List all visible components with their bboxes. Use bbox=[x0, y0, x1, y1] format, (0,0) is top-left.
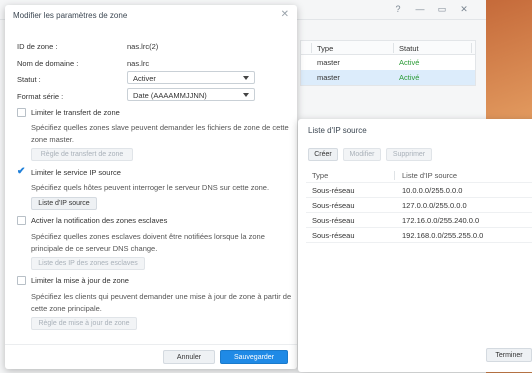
update-rule-button[interactable]: Règle de mise à jour de zone bbox=[31, 317, 137, 330]
zone-status: Activé bbox=[399, 58, 420, 67]
save-button[interactable]: Sauvegarder bbox=[220, 350, 288, 364]
limit-update-checkbox[interactable] bbox=[17, 276, 26, 285]
ip-table-header: Type Liste d'IP source bbox=[306, 168, 532, 183]
finish-button[interactable]: Terminer bbox=[486, 348, 532, 362]
ip-range: 192.168.0.0/255.255.0.0 bbox=[402, 231, 484, 240]
limit-transfer-label[interactable]: Limiter le transfert de zone bbox=[31, 108, 120, 117]
ip-type: Sous-réseau bbox=[312, 231, 355, 240]
dialog-title: Modifier les paramètres de zone bbox=[13, 11, 128, 20]
zone-id-value: nas.lrc(2) bbox=[127, 42, 159, 51]
slave-notify-checkbox[interactable] bbox=[17, 216, 26, 225]
zones-table-header: Type Statut bbox=[301, 41, 475, 55]
slave-ip-list-button[interactable]: Liste des IP des zones esclaves bbox=[31, 257, 145, 270]
zone-type: master bbox=[317, 73, 340, 82]
zones-table: Type Statut master Activé master Activé bbox=[300, 40, 476, 86]
ip-range: 127.0.0.0/255.0.0.0 bbox=[402, 201, 467, 210]
table-row[interactable]: master Activé bbox=[301, 55, 475, 70]
table-row[interactable]: Sous-réseau 172.16.0.0/255.240.0.0 bbox=[306, 213, 532, 228]
status-select[interactable]: Activer bbox=[127, 71, 255, 84]
ip-range: 172.16.0.0/255.240.0.0 bbox=[402, 216, 480, 225]
column-separator bbox=[311, 43, 312, 53]
limit-ip-description: Spécifiez quels hôtes peuvent interroger… bbox=[31, 183, 270, 192]
ip-source-dialog: Liste d'IP source Créer Modifier Supprim… bbox=[298, 119, 532, 372]
limit-update-label[interactable]: Limiter la mise à jour de zone bbox=[31, 276, 129, 285]
ip-source-list-button[interactable]: Liste d'IP source bbox=[31, 197, 97, 210]
create-button[interactable]: Créer bbox=[308, 148, 338, 161]
zone-type: master bbox=[317, 58, 340, 67]
table-row[interactable]: Sous-réseau 10.0.0.0/255.0.0.0 bbox=[306, 183, 532, 198]
help-icon[interactable]: ? bbox=[392, 3, 404, 15]
limit-update-description: Spécifiez les clients qui peuvent demand… bbox=[31, 292, 292, 313]
column-header-type[interactable]: Type bbox=[312, 171, 328, 180]
check-icon[interactable]: ✔ bbox=[17, 167, 25, 177]
zone-status: Activé bbox=[399, 73, 420, 82]
minimize-icon[interactable]: — bbox=[414, 3, 426, 15]
table-row[interactable]: master Activé bbox=[301, 70, 475, 85]
slave-notify-description: Spécifiez quelles zones esclaves doivent… bbox=[31, 232, 265, 253]
slave-notify-label[interactable]: Activer la notification des zones esclav… bbox=[31, 216, 167, 225]
domain-name-label: Nom de domaine : bbox=[17, 59, 79, 68]
limit-transfer-description: Spécifiez quelles zones slave peuvent de… bbox=[31, 123, 289, 144]
limit-transfer-checkbox[interactable] bbox=[17, 108, 26, 117]
ip-dialog-title: Liste d'IP source bbox=[308, 126, 367, 135]
edit-zone-dialog: Modifier les paramètres de zone ✕ ID de … bbox=[5, 5, 297, 369]
serial-format-label: Format série : bbox=[17, 92, 64, 101]
close-icon[interactable]: ✕ bbox=[281, 9, 289, 20]
status-select-value: Activer bbox=[133, 74, 156, 83]
table-row[interactable]: Sous-réseau 192.168.0.0/255.255.0.0 bbox=[306, 228, 532, 243]
footer-divider bbox=[5, 344, 297, 345]
column-separator bbox=[393, 43, 394, 53]
ip-type: Sous-réseau bbox=[312, 216, 355, 225]
column-header-status[interactable]: Statut bbox=[399, 44, 419, 53]
domain-name-value: nas.lrc bbox=[127, 59, 150, 68]
modify-button[interactable]: Modifier bbox=[343, 148, 381, 161]
ip-type: Sous-réseau bbox=[312, 201, 355, 210]
column-header-type[interactable]: Type bbox=[317, 44, 333, 53]
close-icon[interactable]: ✕ bbox=[458, 3, 470, 15]
ip-range: 10.0.0.0/255.0.0.0 bbox=[402, 186, 463, 195]
zone-id-label: ID de zone : bbox=[17, 42, 58, 51]
ip-type: Sous-réseau bbox=[312, 186, 355, 195]
cancel-button[interactable]: Annuler bbox=[163, 350, 215, 364]
serial-format-value: Date (AAAAMMJJNN) bbox=[133, 91, 207, 100]
column-header-ip[interactable]: Liste d'IP source bbox=[402, 171, 457, 180]
table-row[interactable]: Sous-réseau 127.0.0.0/255.0.0.0 bbox=[306, 198, 532, 213]
status-label: Statut : bbox=[17, 75, 41, 84]
column-separator bbox=[471, 43, 472, 53]
limit-ip-label[interactable]: Limiter le service IP source bbox=[31, 168, 121, 177]
maximize-icon[interactable]: ▭ bbox=[436, 3, 448, 15]
ip-source-table: Type Liste d'IP source Sous-réseau 10.0.… bbox=[306, 168, 532, 243]
serial-format-select[interactable]: Date (AAAAMMJJNN) bbox=[127, 88, 255, 101]
transfer-rule-button[interactable]: Règle de transfert de zone bbox=[31, 148, 133, 161]
chevron-down-icon bbox=[243, 76, 249, 80]
column-separator bbox=[394, 171, 395, 180]
delete-button[interactable]: Supprimer bbox=[386, 148, 432, 161]
chevron-down-icon bbox=[243, 93, 249, 97]
